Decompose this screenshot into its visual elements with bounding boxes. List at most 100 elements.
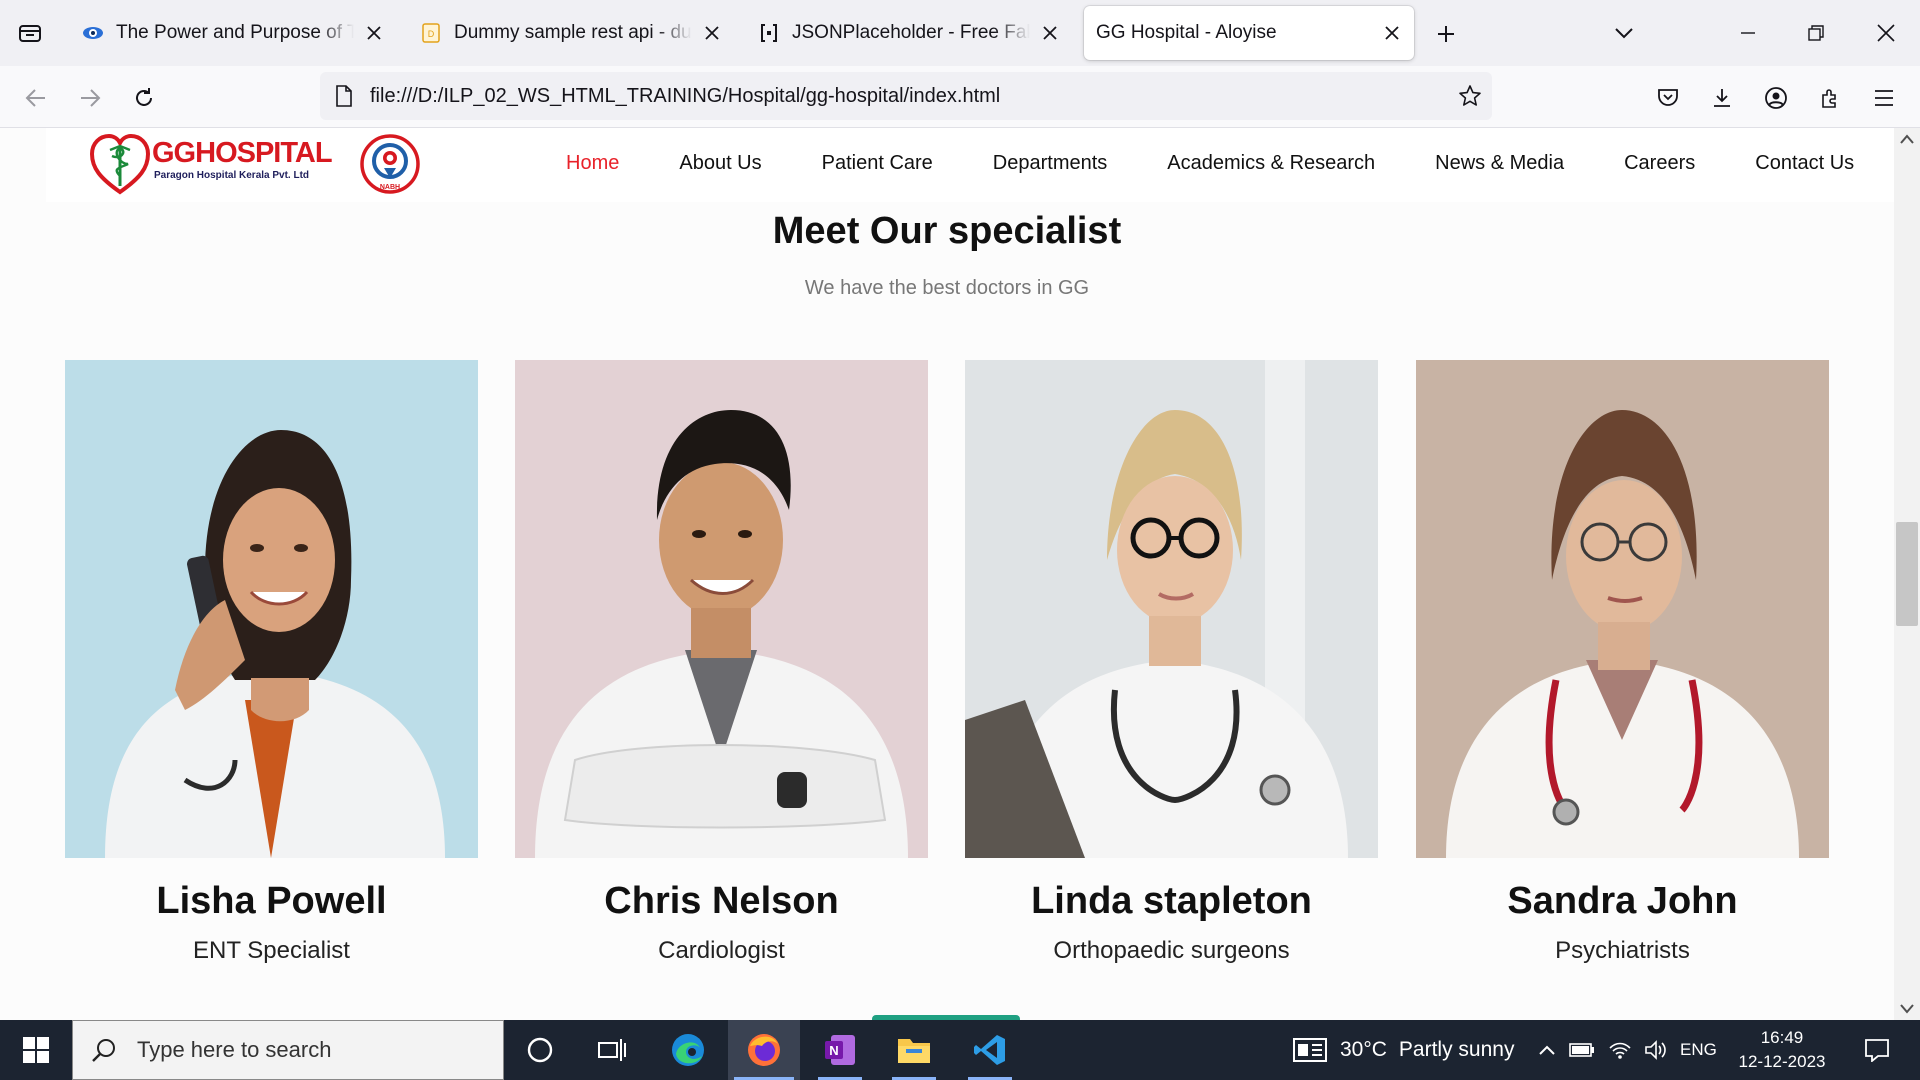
tab-list-dropdown[interactable] — [1604, 14, 1644, 52]
tab-title: Dummy sample rest api - dummy.restapiexa… — [454, 22, 692, 43]
doctor-card[interactable]: Sandra John Psychiatrists — [1416, 360, 1829, 965]
doctor-photo-woman-glasses-clipboard — [965, 360, 1378, 858]
tab-gg-hospital[interactable]: GG Hospital - Aloyise — [1084, 6, 1414, 60]
menu-button[interactable] — [1866, 80, 1902, 116]
wifi-icon[interactable] — [1604, 1020, 1636, 1080]
doctor-role: ENT Specialist — [193, 937, 350, 964]
address-bar[interactable]: file:///D:/ILP_02_WS_HTML_TRAINING/Hospi… — [320, 72, 1492, 120]
windows-logo-icon — [23, 1037, 49, 1063]
cortana-button[interactable] — [504, 1020, 576, 1080]
section-title: Meet Our specialist — [772, 210, 1122, 252]
input-language[interactable]: ENG — [1680, 1020, 1717, 1080]
battery-icon[interactable] — [1566, 1020, 1598, 1080]
tab-bar: The Power and Purpose of Teamwork D Dumm… — [0, 0, 1920, 66]
nav-contact-us[interactable]: Contact Us — [1755, 152, 1854, 175]
firefox-taskbar-icon[interactable] — [728, 1020, 800, 1080]
back-button[interactable] — [18, 80, 54, 116]
doctor-role: Orthopaedic surgeons — [1053, 937, 1290, 964]
nabh-badge-icon: NABH — [360, 134, 420, 194]
brand-tagline: Paragon Hospital Kerala Pvt. Ltd — [154, 170, 310, 181]
doctor-card[interactable]: Chris Nelson Cardiologist — [515, 360, 928, 965]
doctor-card[interactable]: Lisha Powell ENT Specialist — [65, 360, 478, 965]
start-button[interactable] — [0, 1020, 72, 1080]
nav-departments[interactable]: Departments — [993, 152, 1108, 175]
nav-careers[interactable]: Careers — [1624, 152, 1695, 175]
page-scrollbar[interactable] — [1894, 128, 1920, 1020]
onenote-taskbar-icon[interactable]: N — [804, 1020, 876, 1080]
minimize-icon — [1741, 32, 1755, 34]
close-window-button[interactable] — [1866, 14, 1906, 52]
task-view-icon — [598, 1039, 626, 1061]
doctor-card[interactable]: Linda stapleton Orthopaedic surgeons — [965, 360, 1378, 965]
taskbar: Type here to search N 30°C Partly sunny … — [0, 1020, 1920, 1080]
new-tab-button[interactable] — [1428, 18, 1464, 50]
file-explorer-taskbar-icon[interactable] — [878, 1020, 950, 1080]
doctor-photo-woman-phone — [65, 360, 478, 858]
close-icon[interactable] — [1382, 23, 1402, 43]
forward-button[interactable] — [72, 80, 108, 116]
doctor-name: Chris Nelson — [604, 880, 839, 922]
cortana-circle-icon — [527, 1037, 553, 1063]
json-icon — [758, 22, 780, 44]
account-button[interactable] — [1758, 80, 1794, 116]
brand-name: GGHOSPITAL — [152, 137, 333, 169]
main-menu: Home About Us Patient Care Departments A… — [566, 152, 1854, 175]
extensions-button[interactable] — [1812, 80, 1848, 116]
tab-list-icon — [19, 25, 41, 42]
tab-jsonplaceholder[interactable]: JSONPlaceholder - Free Fake REST API — [746, 6, 1072, 60]
search-placeholder: Type here to search — [137, 1037, 332, 1062]
api-page-icon: D — [420, 22, 442, 44]
nav-about-us[interactable]: About Us — [679, 152, 761, 175]
account-icon — [1765, 87, 1787, 109]
vscode-taskbar-icon[interactable] — [954, 1020, 1026, 1080]
nav-home[interactable]: Home — [566, 152, 619, 175]
restore-button[interactable] — [1796, 14, 1836, 52]
task-view-button[interactable] — [576, 1020, 648, 1080]
scroll-down-icon[interactable] — [1900, 1002, 1914, 1016]
reload-button[interactable] — [126, 80, 162, 116]
close-icon — [1877, 24, 1895, 42]
edge-taskbar-icon[interactable] — [652, 1020, 724, 1080]
tab-teamwork[interactable]: The Power and Purpose of Teamwork — [70, 6, 396, 60]
system-clock[interactable]: 16:49 12-12-2023 — [1730, 1026, 1834, 1074]
firefox-view-button[interactable] — [14, 18, 46, 48]
pocket-button[interactable] — [1650, 80, 1686, 116]
show-hidden-icons[interactable] — [1532, 1020, 1562, 1080]
clock-time: 16:49 — [1760, 1028, 1804, 1047]
url-text[interactable]: file:///D:/ILP_02_WS_HTML_TRAINING/Hospi… — [370, 85, 1000, 108]
doctor-name: Sandra John — [1507, 880, 1738, 922]
section-subtitle: We have the best doctors in GG — [804, 277, 1090, 299]
plus-icon — [1438, 26, 1454, 42]
search-icon — [89, 1035, 119, 1065]
nav-academics-research[interactable]: Academics & Research — [1167, 152, 1375, 175]
taskbar-search[interactable]: Type here to search — [72, 1020, 504, 1080]
tab-dummy-api[interactable]: D Dummy sample rest api - dummy.restapie… — [408, 6, 734, 60]
page-viewport: GGHOSPITAL Paragon Hospital Kerala Pvt. … — [0, 128, 1894, 1020]
heart-caduceus-icon — [90, 134, 150, 195]
nav-news-media[interactable]: News & Media — [1435, 152, 1564, 175]
close-icon[interactable] — [702, 23, 722, 43]
notification-center-button[interactable] — [1852, 1020, 1902, 1080]
close-icon[interactable] — [1040, 23, 1060, 43]
restore-icon — [1808, 25, 1824, 41]
pocket-icon — [1658, 89, 1678, 106]
doctor-role: Cardiologist — [658, 937, 785, 964]
volume-icon[interactable] — [1640, 1020, 1672, 1080]
downloads-button[interactable] — [1704, 80, 1740, 116]
bookmark-star-icon[interactable] — [1456, 82, 1484, 110]
navigation-toolbar: file:///D:/ILP_02_WS_HTML_TRAINING/Hospi… — [0, 66, 1920, 128]
svg-text:N: N — [829, 1043, 838, 1058]
page-icon — [332, 84, 356, 108]
puzzle-icon — [1822, 89, 1836, 108]
doctor-name: Lisha Powell — [156, 880, 387, 922]
close-icon[interactable] — [364, 23, 384, 43]
minimize-button[interactable] — [1728, 14, 1768, 52]
doctor-photo-man-arms-crossed — [515, 360, 928, 858]
scroll-up-icon[interactable] — [1900, 132, 1914, 146]
eye-logo-icon — [82, 22, 104, 44]
weather-widget[interactable]: 30°C Partly sunny — [1292, 1020, 1514, 1080]
notification-icon — [1865, 1039, 1889, 1062]
gg-hospital-logo[interactable]: GGHOSPITAL Paragon Hospital Kerala Pvt. … — [90, 132, 420, 198]
nav-patient-care[interactable]: Patient Care — [822, 152, 933, 175]
scrollbar-thumb[interactable] — [1896, 522, 1918, 626]
